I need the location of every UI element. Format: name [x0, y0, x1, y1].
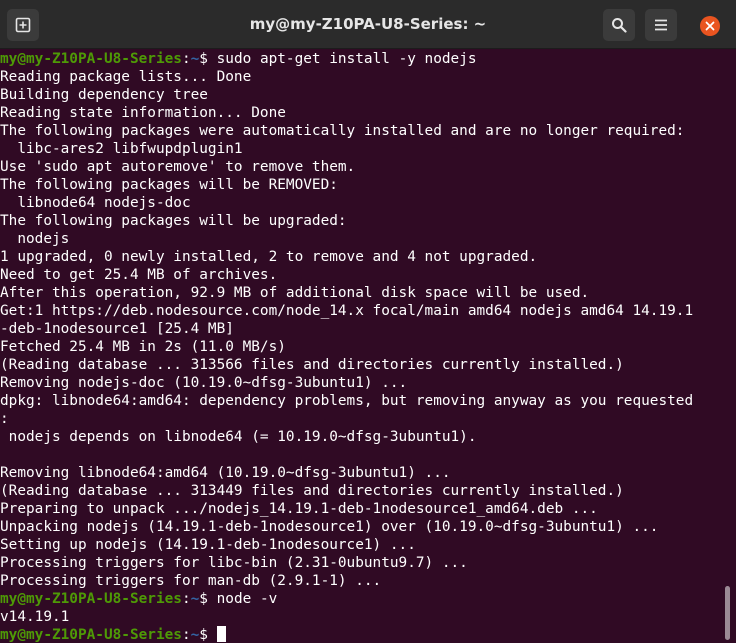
terminal-output[interactable]: my@my-Z10PA-U8-Series:~$ sudo apt-get in…	[0, 49, 722, 643]
hamburger-menu-icon	[655, 19, 667, 31]
output-line: After this operation, 92.9 MB of additio…	[0, 285, 590, 301]
output-line: Preparing to unpack .../nodejs_14.19.1-d…	[0, 501, 598, 517]
output-line: Reading package lists... Done	[0, 69, 252, 85]
output-line: nodejs depends on libnode64 (= 10.19.0~d…	[0, 429, 477, 445]
output-line: Processing triggers for man-db (2.9.1-1)…	[0, 573, 382, 589]
output-line: Fetched 25.4 MB in 2s (11.0 MB/s)	[0, 339, 286, 355]
prompt-user-host: my@my-Z10PA-U8-Series	[0, 591, 182, 607]
output-line: Setting up nodejs (14.19.1-deb-1nodesour…	[0, 537, 416, 553]
search-icon	[612, 18, 627, 33]
prompt-colon: :	[181, 51, 191, 67]
output-line: 1 upgraded, 0 newly installed, 2 to remo…	[0, 249, 538, 265]
close-icon	[705, 21, 715, 31]
close-button[interactable]	[700, 16, 720, 36]
output-line: :	[0, 411, 9, 427]
output-line: Use 'sudo apt autoremove' to remove them…	[0, 159, 356, 175]
output-line: The following packages were automaticall…	[0, 123, 685, 139]
output-line: Processing triggers for libc-bin (2.31-0…	[0, 555, 468, 571]
output-line: Need to get 25.4 MB of archives.	[0, 267, 278, 283]
output-line: Building dependency tree	[0, 87, 208, 103]
prompt-line: my@my-Z10PA-U8-Series:~$ node -v	[0, 590, 722, 608]
text-cursor	[216, 626, 226, 642]
output-line: v14.19.1	[0, 609, 70, 625]
output-line: Get:1 https://deb.nodesource.com/node_14…	[0, 303, 694, 319]
output-line: The following packages will be REMOVED:	[0, 177, 338, 193]
output-line: -deb-1nodesource1 [25.4 MB]	[0, 321, 234, 337]
title-bar: my@my-Z10PA-U8-Series: ~	[0, 0, 736, 49]
prompt-dollar: $	[199, 591, 217, 607]
prompt-dollar: $	[199, 627, 217, 643]
prompt-user-host: my@my-Z10PA-U8-Series	[0, 627, 182, 643]
output-line: Reading state information... Done	[0, 105, 286, 121]
output-line: Removing libnode64:amd64 (10.19.0~dfsg-3…	[0, 465, 451, 481]
output-line: libc-ares2 libfwupdplugin1	[0, 141, 243, 157]
output-line: dpkg: libnode64:amd64: dependency proble…	[0, 393, 694, 409]
command-text: sudo apt-get install -y nodejs	[216, 51, 477, 67]
prompt-user-host: my@my-Z10PA-U8-Series	[0, 51, 182, 67]
scrollbar[interactable]	[725, 586, 730, 640]
output-line: (Reading database ... 313566 files and d…	[0, 357, 624, 373]
prompt-line: my@my-Z10PA-U8-Series:~$ sudo apt-get in…	[0, 50, 722, 68]
output-line: libnode64 nodejs-doc	[0, 195, 191, 211]
prompt-dollar: $	[199, 51, 217, 67]
prompt-path: ~	[190, 591, 200, 607]
output-line: Unpacking nodejs (14.19.1-deb-1nodesourc…	[0, 519, 659, 535]
output-line: nodejs	[0, 231, 70, 247]
menu-button[interactable]	[645, 9, 677, 41]
prompt-colon: :	[181, 627, 191, 643]
prompt-line: my@my-Z10PA-U8-Series:~$	[0, 626, 722, 643]
prompt-path: ~	[190, 627, 200, 643]
prompt-colon: :	[181, 591, 191, 607]
prompt-path: ~	[190, 51, 200, 67]
output-line: (Reading database ... 313449 files and d…	[0, 483, 624, 499]
command-text: node -v	[216, 591, 278, 607]
output-line: Removing nodejs-doc (10.19.0~dfsg-3ubunt…	[0, 375, 408, 391]
output-line: The following packages will be upgraded:	[0, 213, 347, 229]
search-button[interactable]	[603, 9, 635, 41]
